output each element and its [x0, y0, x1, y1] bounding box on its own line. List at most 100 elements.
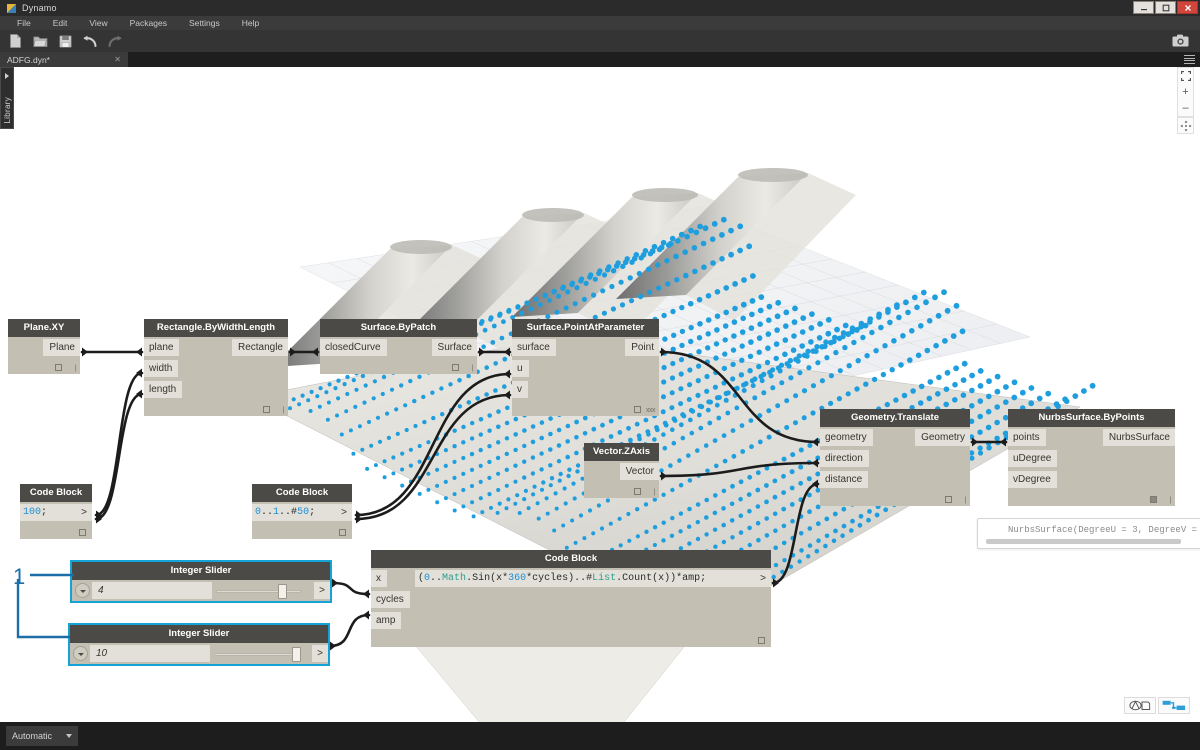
undo-icon[interactable]	[79, 31, 101, 51]
hamburger-menu-icon[interactable]	[1184, 55, 1195, 64]
slider-track[interactable]	[216, 590, 301, 593]
preview-scrollbar[interactable]	[986, 539, 1181, 544]
graph-canvas[interactable]: Library + – Plane.XY Plane |	[0, 67, 1200, 722]
preview-toggle-icon[interactable]	[634, 488, 641, 495]
close-button[interactable]	[1177, 1, 1198, 14]
chevron-down-icon[interactable]	[73, 646, 88, 661]
slider-thumb[interactable]	[278, 584, 287, 599]
node-integer-slider-amp[interactable]: Integer Slider 10 >	[70, 625, 328, 664]
library-panel-tab[interactable]: Library	[0, 67, 14, 129]
input-port-v[interactable]: v	[512, 381, 528, 398]
input-port-closedCurve[interactable]: closedCurve	[320, 339, 387, 356]
input-port-length[interactable]: length	[144, 381, 182, 398]
port-row: Vector	[584, 461, 659, 482]
lacing-icon[interactable]: xxx	[646, 407, 655, 414]
chevron-down-icon[interactable]	[75, 583, 90, 598]
menu-item-view[interactable]: View	[78, 16, 118, 30]
node-code-block-range[interactable]: Code Block 0..1..#50; >	[252, 484, 352, 539]
node-footer: xxx	[512, 400, 659, 416]
node-vector-zaxis[interactable]: Vector.ZAxis Vector |	[584, 443, 659, 498]
lacing-icon[interactable]: |	[1170, 497, 1171, 504]
preview-toggle-icon[interactable]	[758, 637, 765, 644]
node-nurbssurface-bypoints[interactable]: NurbsSurface.ByPoints pointsNurbsSurface…	[1008, 409, 1175, 506]
node-geometry-translate[interactable]: Geometry.Translate geometryGeometrydirec…	[820, 409, 970, 506]
camera-icon[interactable]	[1170, 33, 1190, 48]
output-port-Rectangle[interactable]: Rectangle	[232, 339, 288, 356]
preview-toggle-icon[interactable]	[945, 496, 952, 503]
zoom-out-button[interactable]: –	[1177, 100, 1194, 116]
slider-value[interactable]: 4	[92, 582, 212, 599]
node-integer-slider-cycles[interactable]: Integer Slider 4 >	[72, 562, 330, 601]
input-port-plane[interactable]: plane	[144, 339, 179, 356]
code-block-text[interactable]: 0..1..#50;	[252, 504, 336, 521]
input-port-cycles[interactable]: cycles	[371, 591, 410, 608]
input-port-direction[interactable]: direction	[820, 450, 869, 467]
tab-adfg-dyn[interactable]: ADFG.dyn* ✕	[0, 52, 128, 67]
port-row: uDegree	[1008, 448, 1175, 469]
output-port-Vector[interactable]: Vector	[620, 463, 659, 480]
close-icon[interactable]: ✕	[114, 55, 121, 64]
node-footer: |	[820, 490, 970, 506]
slider-output-port[interactable]: >	[312, 645, 328, 662]
graph-view-icon[interactable]	[1158, 697, 1190, 714]
input-port-u[interactable]: u	[512, 360, 529, 377]
code-block-text[interactable]: (0..Math.Sin(x*360*cycles)..#List.Count(…	[415, 570, 755, 587]
run-mode-dropdown[interactable]: Automatic	[6, 726, 78, 746]
geometry-view-icon[interactable]	[1124, 697, 1156, 714]
lacing-icon[interactable]: |	[75, 365, 76, 372]
code-block-output-port[interactable]: >	[336, 504, 352, 521]
lacing-icon[interactable]: |	[472, 365, 473, 372]
slider-value[interactable]: 10	[90, 645, 210, 662]
zoom-in-button[interactable]: +	[1177, 84, 1194, 100]
menu-item-edit[interactable]: Edit	[42, 16, 79, 30]
node-code-block-sine[interactable]: Code Block x(0..Math.Sin(x*360*cycles)..…	[371, 550, 771, 647]
output-port-Geometry[interactable]: Geometry	[915, 429, 970, 446]
code-block-output-port[interactable]: >	[76, 504, 92, 521]
node-body: points NurbsSurface uDegree vDegree |	[1008, 427, 1175, 506]
input-port-distance[interactable]: distance	[820, 471, 868, 488]
code-block-text[interactable]: 100;	[20, 504, 76, 521]
preview-toggle-icon[interactable]	[55, 364, 62, 371]
minimize-button[interactable]	[1133, 1, 1154, 14]
preview-toggle-icon[interactable]	[79, 529, 86, 536]
preview-toggle-icon[interactable]	[634, 406, 641, 413]
input-port-x[interactable]: x	[371, 570, 387, 587]
slider-output-port[interactable]: >	[314, 582, 330, 599]
output-port-NurbsSurface[interactable]: NurbsSurface	[1103, 429, 1175, 446]
output-port-Point[interactable]: Point	[625, 339, 659, 356]
menu-item-file[interactable]: File	[6, 16, 42, 30]
lacing-icon[interactable]: |	[283, 407, 284, 414]
preview-toggle-icon[interactable]	[452, 364, 459, 371]
input-port-surface[interactable]: surface	[512, 339, 556, 356]
node-plane-xy[interactable]: Plane.XY Plane |	[8, 319, 80, 374]
output-port-Surface[interactable]: Surface	[432, 339, 477, 356]
input-port-geometry[interactable]: geometry	[820, 429, 873, 446]
node-code-block-100[interactable]: Code Block 100; >	[20, 484, 92, 539]
input-port-width[interactable]: width	[144, 360, 178, 377]
new-file-icon[interactable]	[4, 31, 26, 51]
menu-item-packages[interactable]: Packages	[119, 16, 178, 30]
input-port-amp[interactable]: amp	[371, 612, 401, 629]
open-file-icon[interactable]	[29, 31, 51, 51]
lacing-icon[interactable]: |	[654, 489, 655, 496]
slider-thumb[interactable]	[292, 647, 301, 662]
node-surface-pointatparameter[interactable]: Surface.PointAtParameter surfacePointuv …	[512, 319, 659, 416]
zoom-to-fit-button[interactable]	[1177, 68, 1194, 84]
preview-toggle-icon[interactable]	[339, 529, 346, 536]
code-block-output-port[interactable]: >	[755, 570, 771, 587]
menu-item-settings[interactable]: Settings	[178, 16, 231, 30]
input-port-vDegree[interactable]: vDegree	[1008, 471, 1057, 488]
maximize-button[interactable]	[1155, 1, 1176, 14]
preview-toggle-icon[interactable]	[263, 406, 270, 413]
pan-control-button[interactable]	[1177, 117, 1194, 134]
lacing-icon[interactable]: |	[965, 497, 966, 504]
input-port-points[interactable]: points	[1008, 429, 1046, 446]
save-file-icon[interactable]	[54, 31, 76, 51]
output-port-Plane[interactable]: Plane	[43, 339, 80, 356]
node-surface-bypatch[interactable]: Surface.ByPatch closedCurveSurface |	[320, 319, 477, 374]
node-rectangle-bywidthlength[interactable]: Rectangle.ByWidthLength planeRectanglewi…	[144, 319, 288, 416]
menu-item-help[interactable]: Help	[231, 16, 270, 30]
preview-toggle-icon[interactable]	[1150, 496, 1157, 503]
input-port-uDegree[interactable]: uDegree	[1008, 450, 1057, 467]
slider-track[interactable]	[214, 653, 299, 656]
